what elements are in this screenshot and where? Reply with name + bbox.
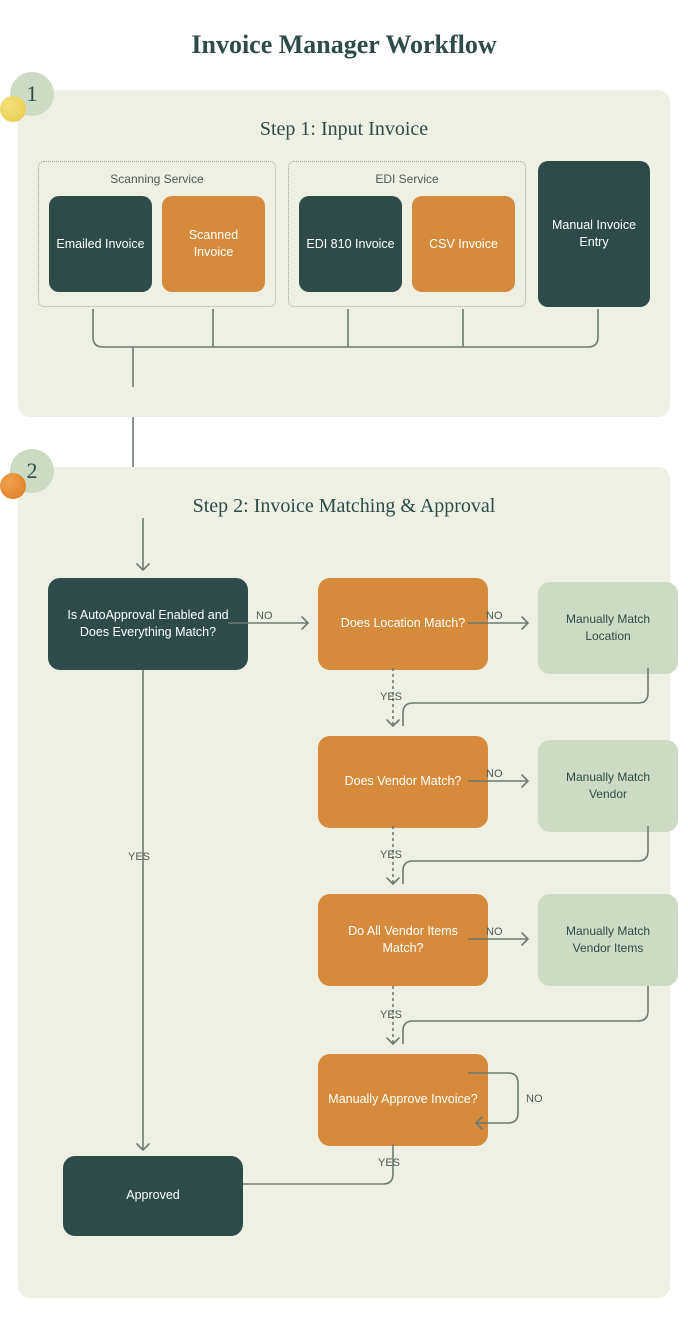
step2-number: 2 bbox=[27, 458, 38, 484]
emailed-invoice-node: Emailed Invoice bbox=[49, 196, 152, 292]
items-question-node: Do All Vendor Items Match? bbox=[318, 894, 488, 986]
items-no-arrow: NO bbox=[468, 924, 538, 954]
approve-yes-label: YES bbox=[378, 1157, 400, 1169]
vendor-no-arrow: NO bbox=[468, 766, 538, 796]
approve-no-label: NO bbox=[526, 1093, 543, 1105]
step1-inputs-row: Scanning Service Emailed Invoice Scanned… bbox=[38, 161, 650, 307]
approve-no-loop: NO bbox=[468, 1058, 558, 1138]
location-no-arrow: NO bbox=[468, 608, 538, 638]
lemon-icon bbox=[0, 96, 26, 122]
location-yes-label: YES bbox=[380, 691, 402, 703]
step1-heading: Step 1: Input Invoice bbox=[38, 118, 650, 141]
autoapproval-question-node: Is AutoApproval Enabled and Does Everyth… bbox=[48, 578, 248, 670]
entry-arrow bbox=[133, 518, 153, 578]
page-title: Invoice Manager Workflow bbox=[0, 30, 688, 60]
location-to-vendor-connector: YES bbox=[318, 668, 658, 738]
edi810-invoice-node: EDI 810 Invoice bbox=[299, 196, 402, 292]
vendor-to-items-connector: YES bbox=[318, 826, 658, 896]
vendor-question-node: Does Vendor Match? bbox=[318, 736, 488, 828]
manual-location-node: Manually Match Location bbox=[538, 582, 678, 674]
step2-heading: Step 2: Invoice Matching & Approval bbox=[38, 495, 650, 518]
items-yes-label: YES bbox=[380, 1009, 402, 1021]
vendor-no-label: NO bbox=[486, 768, 503, 780]
manual-items-node: Manually Match Vendor Items bbox=[538, 894, 678, 986]
edi-service-label: EDI Service bbox=[299, 172, 515, 186]
step2-panel: 2 Step 2: Invoice Matching & Approval Is… bbox=[18, 467, 670, 1298]
vendor-yes-label: YES bbox=[380, 849, 402, 861]
between-steps-connector bbox=[0, 417, 688, 467]
autoapproval-no-arrow: NO bbox=[228, 608, 318, 638]
step1-panel: 1 Step 1: Input Invoice Scanning Service… bbox=[18, 90, 670, 417]
step2-badge: 2 bbox=[10, 449, 54, 493]
manual-approve-question-node: Manually Approve Invoice? bbox=[318, 1054, 488, 1146]
approved-node: Approved bbox=[63, 1156, 243, 1236]
step1-badge: 1 bbox=[10, 72, 54, 116]
autoapproval-yes-long: YES bbox=[128, 670, 158, 1160]
edi-service-group: EDI Service EDI 810 Invoice CSV Invoice bbox=[288, 161, 526, 307]
items-to-approve-connector: YES bbox=[318, 986, 658, 1056]
scanning-service-group: Scanning Service Emailed Invoice Scanned… bbox=[38, 161, 276, 307]
step1-number: 1 bbox=[27, 81, 38, 107]
orange-icon bbox=[0, 473, 26, 499]
step1-merge-connector bbox=[38, 307, 650, 387]
manual-invoice-entry-node: Manual Invoice Entry bbox=[538, 161, 650, 307]
scanning-service-label: Scanning Service bbox=[49, 172, 265, 186]
csv-invoice-node: CSV Invoice bbox=[412, 196, 515, 292]
autoapproval-yes-label: YES bbox=[128, 851, 150, 863]
autoapproval-no-label: NO bbox=[256, 610, 273, 622]
scanned-invoice-node: Scanned Invoice bbox=[162, 196, 265, 292]
location-question-node: Does Location Match? bbox=[318, 578, 488, 670]
items-no-label: NO bbox=[486, 926, 503, 938]
manual-vendor-node: Manually Match Vendor bbox=[538, 740, 678, 832]
step2-flow-area: Is AutoApproval Enabled and Does Everyth… bbox=[38, 538, 650, 1258]
location-no-label: NO bbox=[486, 610, 503, 622]
